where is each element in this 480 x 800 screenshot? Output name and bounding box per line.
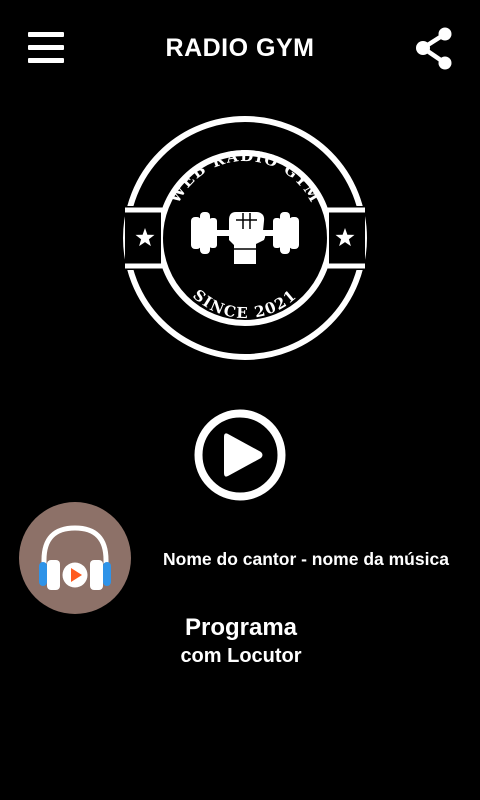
now-playing-track: Nome do cantor - nome da música	[163, 549, 449, 569]
headphones-play-icon	[19, 502, 131, 614]
album-art	[19, 502, 131, 614]
share-button[interactable]	[414, 27, 454, 71]
dumbbell-fist-icon	[191, 212, 299, 264]
svg-text:WEB RADIO GYM: WEB RADIO GYM	[165, 147, 324, 207]
share-icon	[416, 27, 452, 70]
logo-top-text: WEB RADIO GYM	[165, 147, 323, 207]
play-button[interactable]	[193, 408, 287, 502]
station-logo: WEB RADIO GYM SINCE 2021	[120, 113, 370, 363]
play-icon	[194, 409, 286, 501]
program-title: Programa	[184, 614, 298, 641]
app-title: RADIO GYM	[165, 34, 315, 62]
program-host: com Locutor	[180, 645, 302, 667]
top-app-bar: RADIO GYM	[0, 0, 480, 100]
